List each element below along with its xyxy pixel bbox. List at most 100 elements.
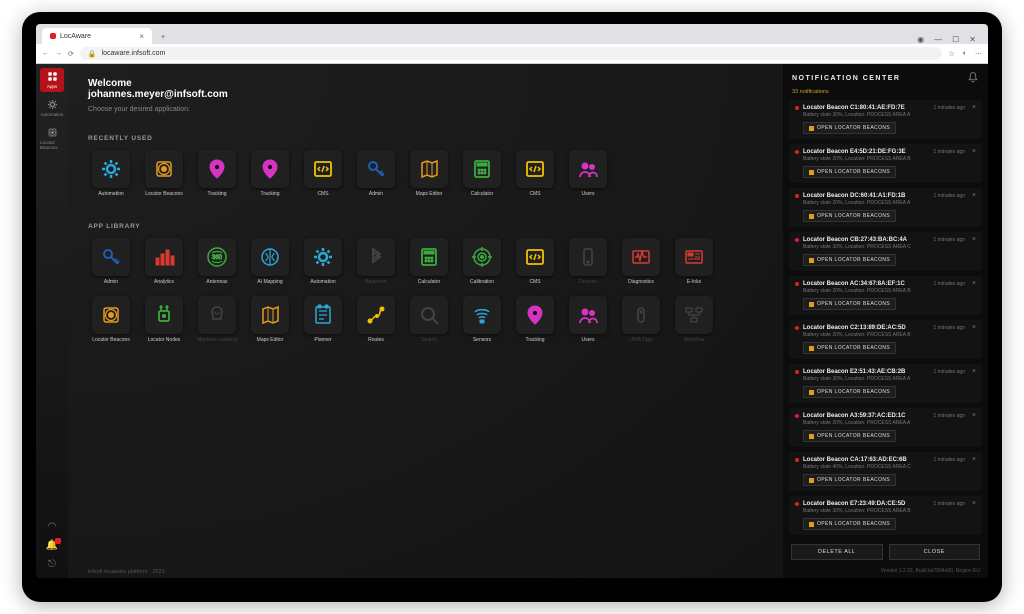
open-locator-beacons-button[interactable]: OPEN LOCATOR BEACONS [803, 122, 896, 134]
library-tile-locator-beacons[interactable]: Locator Beacons [88, 296, 134, 347]
library-tile-search[interactable]: Search [406, 296, 452, 347]
library-tile-e-inks[interactable]: E-Inks [671, 238, 717, 289]
recent-tile-tracking[interactable]: Tracking [247, 150, 293, 201]
recent-tile-cms[interactable]: CMS [512, 150, 558, 201]
library-tile-devices[interactable]: Devices [565, 238, 611, 289]
dismiss-icon[interactable]: × [972, 193, 976, 198]
open-locator-beacons-button[interactable]: OPEN LOCATOR BEACONS [803, 518, 896, 530]
sidebar-item-label: Automation [41, 112, 64, 117]
sidebar-item-locator-beacons[interactable]: Locator Beacons [40, 124, 64, 153]
recent-tile-tracking[interactable]: Tracking [194, 150, 240, 201]
new-tab-button[interactable]: + [156, 30, 170, 44]
dismiss-icon[interactable]: × [972, 237, 976, 242]
library-tile-automation[interactable]: Automation [300, 238, 346, 289]
notification-item-title: Locator Beacon E2:51:43:AE:CB:2B [803, 369, 929, 375]
pin-icon [251, 150, 289, 188]
key-icon [357, 150, 395, 188]
recent-tile-cms[interactable]: CMS [300, 150, 346, 201]
tile-label: Antennas [206, 279, 227, 289]
bell-icon[interactable]: 🔔 [46, 540, 58, 551]
account-icon[interactable]: ◉ [917, 35, 924, 44]
recent-tile-automation[interactable]: Automation [88, 150, 134, 201]
tile-label: Tracking [261, 191, 280, 201]
library-tile-users[interactable]: Users [565, 296, 611, 347]
reload-icon[interactable]: ⟳ [68, 50, 74, 58]
recent-tile-users[interactable]: Users [565, 150, 611, 201]
notification-time: 1 minutes ago [933, 325, 964, 331]
sidebar-bottom: ◠ 🔔 ⎋ [46, 521, 58, 578]
library-tile-routes[interactable]: Routes [353, 296, 399, 347]
open-locator-beacons-button[interactable]: OPEN LOCATOR BEACONS [803, 254, 896, 266]
dismiss-icon[interactable]: × [972, 413, 976, 418]
maximize-icon[interactable]: ☐ [952, 35, 959, 44]
notification-count: 33 notifications [783, 89, 988, 100]
tile-label: CMS [317, 191, 328, 201]
dismiss-icon[interactable]: × [972, 369, 976, 374]
recent-tile-calculator[interactable]: Calculator [459, 150, 505, 201]
dismiss-icon[interactable]: × [972, 149, 976, 154]
menu-icon[interactable]: ⋯ [975, 50, 982, 58]
notification-item: Locator Beacon E2:51:43:AE:CB:2B 1 minut… [789, 364, 982, 403]
dismiss-icon[interactable]: × [972, 457, 976, 462]
library-tile-uwb-tags[interactable]: UWB Tags [618, 296, 664, 347]
library-tile-bluetooth[interactable]: Bluetooth [353, 238, 399, 289]
open-locator-beacons-button[interactable]: OPEN LOCATOR BEACONS [803, 430, 896, 442]
library-tile-locator-nodes[interactable]: Locator Nodes [141, 296, 187, 347]
notification-item: Locator Beacon AC:34:67:8A:EF:1C 1 minut… [789, 276, 982, 315]
notification-time: 1 minutes ago [933, 105, 964, 111]
sidebar-item-automation[interactable]: Automation [40, 96, 64, 120]
close-window-icon[interactable]: ✕ [969, 35, 976, 44]
sidebar-item-apps[interactable]: Apps [40, 68, 64, 92]
dismiss-icon[interactable]: × [972, 501, 976, 506]
eink-icon [675, 238, 713, 276]
tile-label: Calculator [418, 279, 441, 289]
library-tile-calculator[interactable]: Calculator [406, 238, 452, 289]
favorite-icon[interactable]: ☆ [948, 50, 954, 58]
library-tile-antennas[interactable]: 360 Antennas [194, 238, 240, 289]
back-icon[interactable]: ← [42, 50, 49, 58]
forward-icon[interactable]: → [55, 50, 62, 58]
recent-tile-locator-beacons[interactable]: Locator Beacons [141, 150, 187, 201]
library-tile-sensors[interactable]: Sensors [459, 296, 505, 347]
profile-icon[interactable]: ◐ [963, 50, 967, 58]
tile-label: Automation [98, 191, 123, 201]
minimize-icon[interactable]: — [934, 35, 942, 44]
users-icon [569, 296, 607, 334]
sidebar-item-label: Locator Beacons [40, 140, 64, 150]
tab-close-icon[interactable]: × [139, 32, 144, 41]
sensor-icon [463, 296, 501, 334]
tile-label: Machine Learning [197, 337, 237, 347]
open-locator-beacons-button[interactable]: OPEN LOCATOR BEACONS [803, 298, 896, 310]
tile-label: Locator Beacons [92, 337, 130, 347]
recent-tile-admin[interactable]: Admin [353, 150, 399, 201]
library-tile-ai-mapping[interactable]: AI Mapping [247, 238, 293, 289]
library-tile-planner[interactable]: Planner [300, 296, 346, 347]
dismiss-icon[interactable]: × [972, 281, 976, 286]
library-tile-cms[interactable]: CMS [512, 238, 558, 289]
close-button[interactable]: CLOSE [889, 544, 981, 560]
library-tile-analytics[interactable]: Analytics [141, 238, 187, 289]
status-dot-icon [795, 238, 799, 242]
logout-icon[interactable]: ⎋ [48, 559, 56, 570]
headset-icon[interactable]: ◠ [48, 521, 57, 532]
url-input[interactable]: 🔒 locaware.infsoft.com [80, 47, 943, 60]
library-tile-calibration[interactable]: Calibration [459, 238, 505, 289]
open-locator-beacons-button[interactable]: OPEN LOCATOR BEACONS [803, 386, 896, 398]
library-tile-workflow[interactable]: Workflow [671, 296, 717, 347]
library-tile-maps-editor[interactable]: Maps Editor [247, 296, 293, 347]
open-locator-beacons-button[interactable]: OPEN LOCATOR BEACONS [803, 474, 896, 486]
library-tile-diagnostics[interactable]: Diagnostics [618, 238, 664, 289]
notification-item: Locator Beacon E7:23:49:DA:CE:5D 1 minut… [789, 496, 982, 535]
bt-icon [357, 238, 395, 276]
dismiss-icon[interactable]: × [972, 325, 976, 330]
open-locator-beacons-button[interactable]: OPEN LOCATOR BEACONS [803, 166, 896, 178]
dismiss-icon[interactable]: × [972, 105, 976, 110]
library-tile-tracking[interactable]: Tracking [512, 296, 558, 347]
open-locator-beacons-button[interactable]: OPEN LOCATOR BEACONS [803, 210, 896, 222]
open-locator-beacons-button[interactable]: OPEN LOCATOR BEACONS [803, 342, 896, 354]
library-tile-admin[interactable]: Admin [88, 238, 134, 289]
delete-all-button[interactable]: DELETE ALL [791, 544, 883, 560]
recent-tile-maps-editor[interactable]: Maps Editor [406, 150, 452, 201]
browser-tab[interactable]: LocAware × [42, 28, 152, 44]
library-tile-machine-learning[interactable]: Machine Learning [194, 296, 240, 347]
